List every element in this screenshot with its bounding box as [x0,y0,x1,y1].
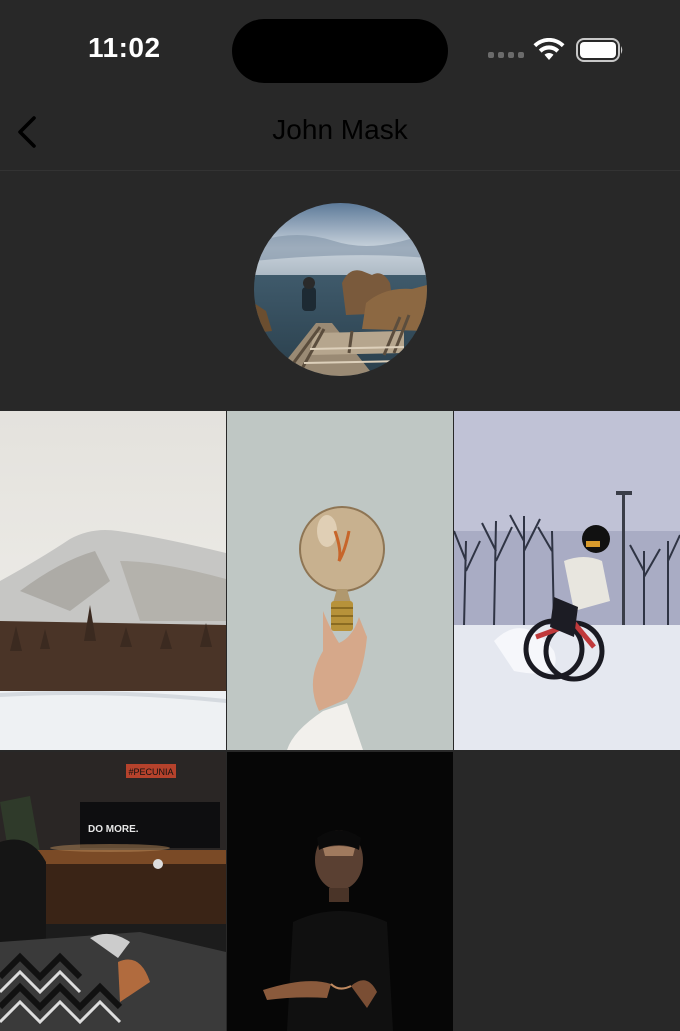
photo-snowy-mountain[interactable] [0,411,226,750]
dynamic-island [232,19,448,83]
battery-icon [576,38,623,62]
photo-light-bulb-hand[interactable] [227,411,453,750]
photo-man-in-dark[interactable] [227,752,453,1031]
desk-screen-text: DO MORE. [88,824,139,835]
status-time: 11:02 [88,32,161,63]
photo-snow-cyclist[interactable] [454,411,680,750]
avatar-image [254,203,427,376]
avatar[interactable] [254,203,427,376]
photo-grid: #PECUNIA DO MORE. [0,411,680,1031]
page-title: John Mask [272,114,408,145]
photo-desk-setup[interactable]: #PECUNIA DO MORE. [0,752,226,1031]
cellular-signal-icon [488,52,524,58]
desk-sign-text: #PECUNIA [128,767,173,777]
navigation-bar: John Mask [0,100,680,171]
status-bar: 11:02 [0,0,680,100]
wifi-icon [533,38,565,60]
